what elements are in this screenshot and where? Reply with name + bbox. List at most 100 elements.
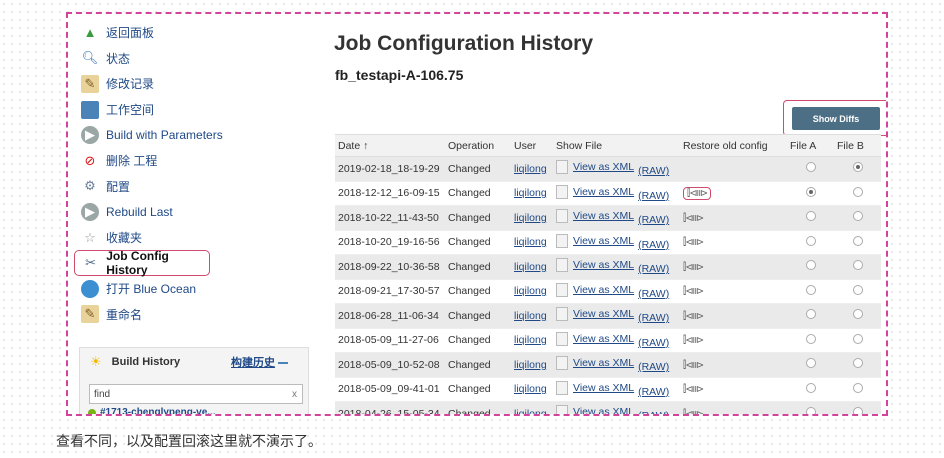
view-xml-label[interactable]: View as XML <box>573 333 634 345</box>
sidebar-item[interactable]: 打开 Blue Ocean <box>74 276 314 302</box>
sidebar-item-label[interactable]: 修改记录 <box>106 75 154 92</box>
restore-icon[interactable]: ⫿⧏⧐ <box>683 213 704 224</box>
sidebar-item-label[interactable]: 删除 工程 <box>106 152 157 169</box>
raw-link[interactable]: (RAW) <box>638 190 669 202</box>
restore-icon[interactable]: ⫿⧏⧐ <box>683 360 704 371</box>
view-xml-label[interactable]: View as XML <box>573 259 634 271</box>
user-link[interactable]: liqilong <box>514 236 547 248</box>
sidebar-item-label[interactable]: 打开 Blue Ocean <box>106 280 196 297</box>
trend-label[interactable]: 构建历史 <box>231 357 275 369</box>
user-link[interactable]: liqilong <box>514 261 547 273</box>
restore-icon[interactable]: ⫿⧏⧐ <box>683 311 704 322</box>
view-xml-link[interactable]: View as XML <box>556 209 634 224</box>
raw-link[interactable]: (RAW) <box>638 386 669 398</box>
user-link[interactable]: liqilong <box>514 408 547 414</box>
find-input[interactable]: find x <box>89 384 303 404</box>
clear-icon[interactable]: x <box>292 389 297 400</box>
file-b-radio[interactable] <box>852 235 863 246</box>
sidebar-item-label[interactable]: 重命名 <box>106 306 142 323</box>
sidebar-item[interactable]: ▶ Rebuild Last <box>74 199 314 225</box>
restore-icon[interactable]: ⫿⧏⧐ <box>683 286 704 297</box>
raw-link[interactable]: (RAW) <box>638 361 669 373</box>
view-xml-label[interactable]: View as XML <box>573 284 634 296</box>
build-entry-label[interactable]: #1713-chenglypeng-ve... <box>100 407 216 414</box>
file-a-radio[interactable] <box>805 407 816 414</box>
file-b-radio[interactable] <box>852 162 863 173</box>
view-xml-link[interactable]: View as XML <box>556 405 634 414</box>
view-xml-label[interactable]: View as XML <box>573 308 634 320</box>
sidebar-item[interactable]: ✎ 修改记录 <box>74 71 314 97</box>
file-a-radio[interactable] <box>805 309 816 320</box>
file-a-radio[interactable] <box>805 186 816 197</box>
file-a-radio[interactable] <box>805 382 816 393</box>
file-a-radio[interactable] <box>805 260 816 271</box>
user-link[interactable]: liqilong <box>514 163 547 175</box>
raw-link[interactable]: (RAW) <box>638 263 669 275</box>
view-xml-link[interactable]: View as XML <box>556 184 634 199</box>
view-xml-link[interactable]: View as XML <box>556 307 634 322</box>
file-a-radio[interactable] <box>805 211 816 222</box>
file-b-radio[interactable] <box>852 309 863 320</box>
raw-link[interactable]: (RAW) <box>638 312 669 324</box>
view-xml-link[interactable]: View as XML <box>556 380 634 395</box>
sidebar-item[interactable]: ✎ 重命名 <box>74 302 314 328</box>
view-xml-link[interactable]: View as XML <box>556 258 634 273</box>
raw-link[interactable]: (RAW) <box>638 165 669 177</box>
view-xml-link[interactable]: View as XML <box>556 160 634 175</box>
sidebar-item-label[interactable]: 状态 <box>106 50 130 67</box>
view-xml-label[interactable]: View as XML <box>573 357 634 369</box>
sidebar-item[interactable]: ⚙ 配置 <box>74 174 314 200</box>
sidebar-item[interactable]: ☆ 收藏夹 <box>74 225 314 251</box>
show-diffs-button[interactable]: Show Diffs <box>792 107 880 130</box>
restore-icon[interactable]: ⫿⧏⧐ <box>683 335 704 346</box>
file-a-radio[interactable] <box>805 235 816 246</box>
file-b-radio[interactable] <box>852 358 863 369</box>
view-xml-link[interactable]: View as XML <box>556 331 634 346</box>
column-header[interactable]: Date ↑ <box>335 134 445 157</box>
sidebar-item-label[interactable]: 工作空间 <box>106 101 154 118</box>
user-link[interactable]: liqilong <box>514 187 547 199</box>
user-link[interactable]: liqilong <box>514 334 547 346</box>
trend-link[interactable]: 构建历史 <box>231 354 288 370</box>
build-entry[interactable]: #1713-chenglypeng-ve... <box>88 407 308 414</box>
view-xml-label[interactable]: View as XML <box>573 210 634 222</box>
view-xml-label[interactable]: View as XML <box>573 235 634 247</box>
view-xml-link[interactable]: View as XML <box>556 356 634 371</box>
view-xml-label[interactable]: View as XML <box>573 406 634 414</box>
raw-link[interactable]: (RAW) <box>638 214 669 226</box>
sidebar-item[interactable]: 🔍︎ 状态 <box>74 46 314 72</box>
view-xml-label[interactable]: View as XML <box>573 161 634 173</box>
sidebar-item-label[interactable]: Build with Parameters <box>106 128 223 142</box>
user-link[interactable]: liqilong <box>514 285 547 297</box>
restore-icon[interactable]: ⫿⧏⧐ <box>683 237 704 248</box>
user-link[interactable]: liqilong <box>514 212 547 224</box>
sidebar-item-label[interactable]: Job Config History <box>106 249 209 277</box>
restore-icon[interactable]: ⫿⧏⧐ <box>683 409 704 414</box>
file-b-radio[interactable] <box>852 407 863 414</box>
view-xml-label[interactable]: View as XML <box>573 186 634 198</box>
file-b-radio[interactable] <box>852 211 863 222</box>
raw-link[interactable]: (RAW) <box>638 337 669 349</box>
sidebar-item[interactable]: ▲ 返回面板 <box>74 20 314 46</box>
sidebar-item[interactable]: ▶ Build with Parameters <box>74 122 314 148</box>
sidebar-item-label[interactable]: 收藏夹 <box>106 229 142 246</box>
raw-link[interactable]: (RAW) <box>638 288 669 300</box>
sidebar-item-label[interactable]: 返回面板 <box>106 24 154 41</box>
file-b-radio[interactable] <box>852 333 863 344</box>
raw-link[interactable]: (RAW) <box>638 410 669 414</box>
view-xml-label[interactable]: View as XML <box>573 382 634 394</box>
raw-link[interactable]: (RAW) <box>638 239 669 251</box>
user-link[interactable]: liqilong <box>514 359 547 371</box>
view-xml-link[interactable]: View as XML <box>556 233 634 248</box>
restore-icon[interactable]: ⫿⧏⧐ <box>683 186 712 200</box>
user-link[interactable]: liqilong <box>514 310 547 322</box>
file-a-radio[interactable] <box>805 358 816 369</box>
user-link[interactable]: liqilong <box>514 383 547 395</box>
view-xml-link[interactable]: View as XML <box>556 282 634 297</box>
sidebar-item[interactable]: 工作空间 <box>74 97 314 123</box>
file-b-radio[interactable] <box>852 260 863 271</box>
restore-icon[interactable]: ⫿⧏⧐ <box>683 262 704 273</box>
sidebar-item-label[interactable]: 配置 <box>106 178 130 195</box>
sidebar-item[interactable]: ✂ Job Config History <box>74 249 210 277</box>
sidebar-item[interactable]: ⊘ 删除 工程 <box>74 148 314 174</box>
